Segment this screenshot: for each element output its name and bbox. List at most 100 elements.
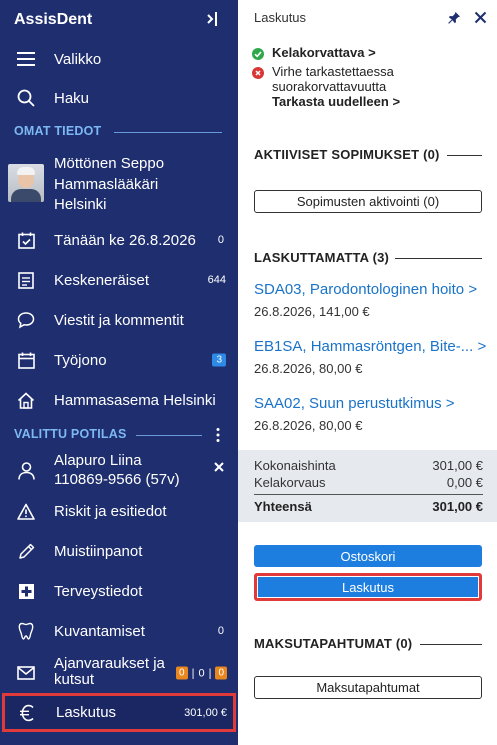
sidebar-item-label: Valikko [54,50,102,68]
section-title-patient: VALITTU POTILAS [14,427,127,441]
chat-bubble-icon [16,310,36,330]
payments-title: MAKSUTAPAHTUMAT (0) [254,636,413,651]
calendar-icon [16,350,36,370]
imaging-count: 0 [217,625,224,637]
warning-icon [16,501,36,521]
patient-name: Alapuro Liina [54,452,142,469]
error-line2: suorakorvattavuutta [272,78,387,94]
sidebar-item-imaging[interactable]: Kuvantamiset 0 [0,612,238,650]
medical-cross-icon [16,581,36,601]
totals-divider [254,494,483,495]
panel-title: Laskutus [254,10,307,25]
more-options-icon[interactable] [215,427,221,443]
kela-value: 0,00 € [446,475,483,490]
sidebar-item-label: Keskeneräiset [54,271,150,289]
sidebar-item-clinic[interactable]: Hammasasema Helsinki [0,381,238,419]
user-info[interactable]: Möttönen Seppo Hammaslääkäri Helsinki [54,154,164,216]
person-icon [16,461,36,481]
euro-icon [17,703,37,723]
sidebar-item-risks[interactable]: Riskit ja esitiedot [0,492,238,530]
appointments-counts: 0 | 0 | 0 [176,666,227,680]
tooth-icon [16,621,36,641]
unbilled-item-link[interactable]: SDA03, Parodontologinen hoito > [254,281,477,298]
billing-amount: 301,00 € [184,706,227,719]
total-label: Kokonaishinta [254,458,336,473]
appointments-label-line2: kutsut [54,671,95,688]
user-name: Möttönen Seppo [54,155,165,172]
document-list-icon [16,270,36,290]
unbilled-item-label: EB1SA, Hammasröntgen, Bite-... [254,338,474,355]
activate-contracts-button[interactable]: Sopimusten aktivointi (0) [254,190,482,213]
unbilled-item-link[interactable]: SAA02, Suun perustutkimus > [254,395,455,412]
app-brand: AssisDent [14,11,93,28]
error-circle-icon [252,67,264,79]
close-patient-icon[interactable] [212,460,226,474]
close-icon[interactable] [474,11,487,24]
chevron-right-icon: > [445,395,455,412]
section-divider [420,644,482,645]
unbilled-item-detail: 26.8.2026, 80,00 € [254,418,363,433]
sidebar-item-billing[interactable]: Laskutus 301,00 € [2,693,236,732]
appointments-count-mid: 0 [198,667,205,679]
search-icon [16,88,36,108]
sidebar-item-label: Tänään ke 26.8.2026 [54,231,196,249]
sidebar-item-search[interactable]: Haku [0,79,238,117]
sidebar: AssisDent Valikko Haku OMAT TIEDOT Möttö… [0,0,238,745]
unbilled-item-label: SDA03, Parodontologinen hoito [254,281,465,298]
sidebar-header: AssisDent [0,0,238,38]
sidebar-item-label: Ajanvaraukset ja kutsut [54,656,165,688]
sidebar-item-menu[interactable]: Valikko [0,40,238,78]
appointments-badge-a: 0 [176,666,188,680]
worklist-badge: 3 [212,353,226,367]
sidebar-item-label: Haku [54,89,90,107]
unbilled-item-link[interactable]: EB1SA, Hammasröntgen, Bite-... > [254,338,486,355]
sum-value: 301,00 € [432,499,483,514]
payments-button[interactable]: Maksutapahtumat [254,676,482,699]
pencil-icon [16,541,36,561]
kela-status-label: Kelakorvattava [272,45,365,60]
sidebar-item-health[interactable]: Terveystiedot [0,572,238,610]
sidebar-item-appointments[interactable]: Ajanvaraukset ja kutsut 0 | 0 | 0 [0,652,238,694]
billing-button[interactable]: Laskutus [254,573,482,601]
sidebar-item-label: Työjono [54,351,107,369]
hamburger-icon [16,49,36,69]
sidebar-item-label: Hammasasema Helsinki [54,391,216,409]
calendar-check-icon [16,230,36,250]
unbilled-item-detail: 26.8.2026, 80,00 € [254,361,363,376]
separator: | [191,667,195,679]
patient-id: 110869-9566 (57v) [54,471,180,488]
error-line1: Virhe tarkastettaessa [272,64,394,79]
home-icon [16,390,36,410]
total-price-row: Kokonaishinta 301,00 € [254,458,483,473]
sidebar-item-unfinished[interactable]: Keskeneräiset 644 [0,261,238,299]
envelope-icon [16,663,36,683]
recheck-label: Tarkasta uudelleen [272,94,389,109]
contracts-title: AKTIIVISET SOPIMUKSET (0) [254,147,440,162]
sidebar-item-worklist[interactable]: Työjono 3 [0,341,238,379]
chevron-right-icon: > [468,281,478,298]
section-divider [447,155,482,156]
section-title-own: OMAT TIEDOT [14,124,102,138]
chevron-right-icon: > [368,45,376,60]
section-divider [136,435,202,436]
pin-icon[interactable] [447,11,461,25]
today-count: 0 [217,234,224,246]
sum-label: Yhteensä [254,499,312,514]
patient-info: Alapuro Liina 110869-9566 (57v) [54,451,180,489]
sum-row: Yhteensä 301,00 € [254,499,483,514]
sidebar-item-notes[interactable]: Muistiinpanot [0,532,238,570]
recheck-link[interactable]: Tarkasta uudelleen > [272,94,400,110]
collapse-sidebar-icon[interactable] [204,10,220,28]
sidebar-item-label: Kuvantamiset [54,622,145,640]
total-value: 301,00 € [432,458,483,473]
unbilled-title: LASKUTTAMATTA (3) [254,250,390,265]
avatar [8,164,44,202]
sidebar-item-label: Terveystiedot [54,582,143,600]
cart-button[interactable]: Ostoskori [254,545,482,567]
unbilled-item-detail: 26.8.2026, 141,00 € [254,304,370,319]
kela-label: Kelakorvaus [254,475,326,490]
sidebar-item-messages[interactable]: Viestit ja kommentit [0,301,238,339]
sidebar-item-today[interactable]: Tänään ke 26.8.2026 0 [0,221,238,259]
kela-status-ok[interactable]: Kelakorvattava > [252,45,376,61]
separator: | [208,667,212,679]
